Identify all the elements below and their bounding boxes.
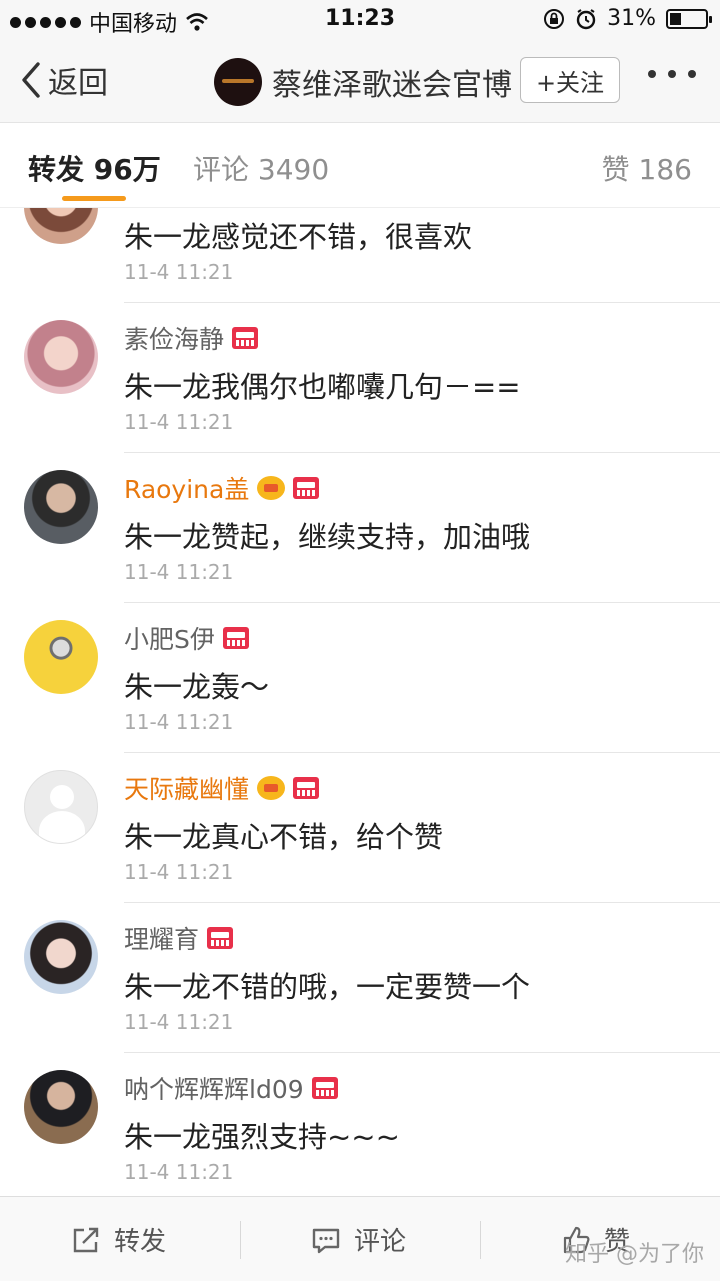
back-label: 返回: [48, 66, 108, 101]
share-icon: [73, 1227, 99, 1252]
comment-text: 朱一龙我偶尔也嘟囔几句－==: [124, 370, 521, 404]
user-name[interactable]: 天际藏幽懂: [124, 770, 249, 806]
divider: [124, 302, 720, 303]
list-item[interactable]: 呐个辉辉辉ld09 朱一龙强烈支持~~~ 11-4 11:21: [0, 1052, 720, 1196]
user-row: 呐个辉辉辉ld09: [124, 1070, 338, 1106]
nav-bar: 返回 蔡维泽歌迷会官博 +关注: [0, 40, 720, 123]
comment-time: 11-4 11:21: [124, 260, 234, 284]
battery-fill: [670, 12, 681, 25]
comment-button[interactable]: 评论: [310, 1197, 406, 1281]
vip-badge-icon: [311, 1077, 338, 1099]
comment-label: 评论: [354, 1227, 407, 1257]
user-name[interactable]: 小肥S伊: [124, 620, 215, 656]
rotation-lock-icon: [544, 8, 565, 29]
list-item[interactable]: 理耀育 朱一龙不错的哦，一定要赞一个 11-4 11:21: [0, 902, 720, 1052]
more-options-icon[interactable]: [648, 70, 696, 78]
list-item[interactable]: 朱一龙感觉还不错，很喜欢 11-4 11:21: [0, 208, 720, 302]
battery-percent: 31%: [607, 6, 656, 31]
top-bar: 中国移动 11:23 31% 返回 蔡维泽歌迷会官博 +关注: [0, 0, 720, 123]
user-row: 素俭海静: [124, 320, 259, 356]
comment-text: 朱一龙轰～: [124, 670, 270, 704]
divider: [480, 1221, 481, 1259]
avatar[interactable]: [24, 320, 98, 394]
list-item[interactable]: Raoyina盖 朱一龙赞起，继续支持，加油哦 11-4 11:21: [0, 452, 720, 602]
crown-icon: [257, 776, 286, 800]
divider: [240, 1221, 241, 1259]
user-row: Raoyina盖: [124, 470, 320, 506]
back-button[interactable]: 返回: [20, 58, 108, 102]
battery-icon: [666, 8, 712, 29]
status-bar: 中国移动 11:23 31%: [0, 0, 720, 40]
user-row: 天际藏幽懂: [124, 770, 320, 806]
comment-text: 朱一龙赞起，继续支持，加油哦: [124, 520, 531, 554]
repost-list[interactable]: 朱一龙感觉还不错，很喜欢 11-4 11:21 素俭海静 朱一龙我偶尔也嘟囔几句…: [0, 208, 720, 1196]
divider: [124, 752, 720, 753]
repost-button[interactable]: 转发: [70, 1197, 166, 1281]
tab-repost[interactable]: 转发 96万: [28, 148, 161, 188]
vip-badge-icon: [222, 627, 249, 649]
divider: [124, 1052, 720, 1053]
comment-time: 11-4 11:21: [124, 410, 234, 434]
user-name[interactable]: 素俭海静: [124, 320, 224, 356]
avatar[interactable]: [24, 620, 98, 694]
user-row: 小肥S伊: [124, 620, 249, 656]
repost-label: 转发: [114, 1227, 167, 1257]
tab-likes[interactable]: 赞 186: [602, 148, 692, 188]
crown-icon: [257, 476, 286, 500]
status-right: 31%: [543, 6, 712, 31]
user-name[interactable]: 呐个辉辉辉ld09: [124, 1070, 304, 1106]
divider: [124, 902, 720, 903]
comment-time: 11-4 11:21: [124, 1160, 234, 1184]
chevron-left-icon: [22, 62, 40, 98]
divider: [124, 452, 720, 453]
comment-time: 11-4 11:21: [124, 560, 234, 584]
comment-text: 朱一龙真心不错，给个赞: [124, 820, 444, 854]
comment-text: 朱一龙感觉还不错，很喜欢: [124, 220, 473, 254]
account-header[interactable]: 蔡维泽歌迷会官博: [214, 58, 512, 106]
user-row: 理耀育: [124, 920, 234, 956]
vip-badge-icon: [232, 327, 259, 349]
user-name[interactable]: 理耀育: [124, 920, 199, 956]
avatar[interactable]: [24, 470, 98, 544]
comment-time: 11-4 11:21: [124, 710, 234, 734]
user-name[interactable]: Raoyina盖: [124, 470, 249, 506]
list-item[interactable]: 天际藏幽懂 朱一龙真心不错，给个赞 11-4 11:21: [0, 752, 720, 902]
alarm-icon: [576, 8, 596, 29]
vip-badge-icon: [207, 927, 234, 949]
avatar[interactable]: [24, 920, 98, 994]
vip-badge-icon: [293, 477, 320, 499]
divider: [124, 602, 720, 603]
screen: 中国移动 11:23 31% 返回 蔡维泽歌迷会官博 +关注 转发 96万 评论…: [0, 0, 720, 1281]
vip-badge-icon: [293, 777, 320, 799]
avatar: [214, 58, 262, 106]
avatar[interactable]: [24, 208, 98, 244]
page-title: 蔡维泽歌迷会官博: [272, 68, 512, 103]
active-tab-indicator: [62, 196, 126, 201]
tab-comments[interactable]: 评论 3490: [193, 148, 329, 188]
list-item[interactable]: 小肥S伊 朱一龙轰～ 11-4 11:21: [0, 602, 720, 752]
comment-text: 朱一龙强烈支持~~~: [124, 1120, 400, 1154]
comment-icon: [312, 1228, 340, 1253]
comment-time: 11-4 11:21: [124, 1010, 234, 1034]
follow-button[interactable]: +关注: [520, 57, 620, 103]
comment-text: 朱一龙不错的哦，一定要赞一个: [124, 970, 531, 1004]
list-item[interactable]: 素俭海静 朱一龙我偶尔也嘟囔几句－== 11-4 11:21: [0, 302, 720, 452]
comment-time: 11-4 11:21: [124, 860, 234, 884]
watermark: 知乎 @为了你: [565, 1242, 704, 1267]
avatar[interactable]: [24, 1070, 98, 1144]
avatar[interactable]: [24, 770, 98, 844]
